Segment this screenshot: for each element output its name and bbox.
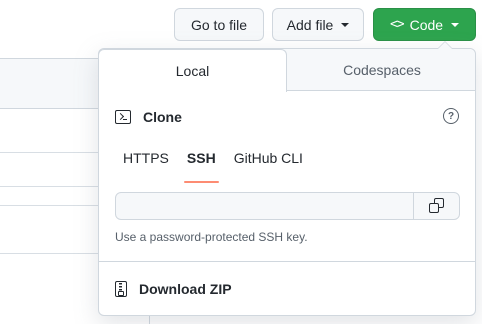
caret-down-icon	[451, 23, 460, 27]
clone-url-field	[115, 192, 460, 220]
ssh-hint-text: Use a password-protected SSH key.	[115, 230, 308, 244]
download-zip-label: Download ZIP	[139, 281, 232, 297]
code-icon: <>	[389, 17, 405, 32]
add-file-button[interactable]: Add file	[272, 8, 364, 41]
clone-header: Clone ?	[115, 107, 459, 127]
tab-codespaces[interactable]: Codespaces	[287, 49, 477, 91]
code-label: Code	[409, 16, 444, 33]
tab-github-cli-label: GitHub CLI	[233, 150, 303, 166]
help-icon[interactable]: ?	[443, 108, 459, 124]
code-button[interactable]: <> Code	[373, 8, 476, 41]
tab-codespaces-label: Codespaces	[343, 62, 421, 78]
download-zip-button[interactable]: Download ZIP	[115, 279, 232, 299]
go-to-file-button[interactable]: Go to file	[174, 8, 264, 41]
clone-popover: Local Codespaces Clone ? HTTPS SSH GitHu…	[98, 41, 477, 316]
tab-local-label: Local	[175, 63, 210, 79]
file-zip-icon	[115, 281, 127, 297]
clone-url-input[interactable]	[116, 193, 413, 219]
copy-url-button[interactable]	[413, 193, 459, 219]
tab-local[interactable]: Local	[98, 49, 287, 92]
tab-https[interactable]: HTTPS	[115, 147, 178, 183]
tab-ssh[interactable]: SSH	[178, 147, 225, 183]
tab-ssh-label: SSH	[186, 150, 216, 166]
popover-tabs: Local Codespaces	[98, 49, 477, 92]
copy-icon	[428, 198, 445, 214]
add-file-label: Add file	[286, 16, 334, 33]
clone-title: Clone	[143, 109, 182, 125]
caret-down-icon	[341, 23, 350, 27]
tab-https-label: HTTPS	[123, 150, 169, 166]
go-to-file-label: Go to file	[190, 16, 248, 33]
tab-github-cli[interactable]: GitHub CLI	[225, 147, 312, 183]
terminal-icon	[115, 110, 131, 124]
divider	[99, 261, 475, 262]
protocol-tabs: HTTPS SSH GitHub CLI	[115, 147, 312, 183]
